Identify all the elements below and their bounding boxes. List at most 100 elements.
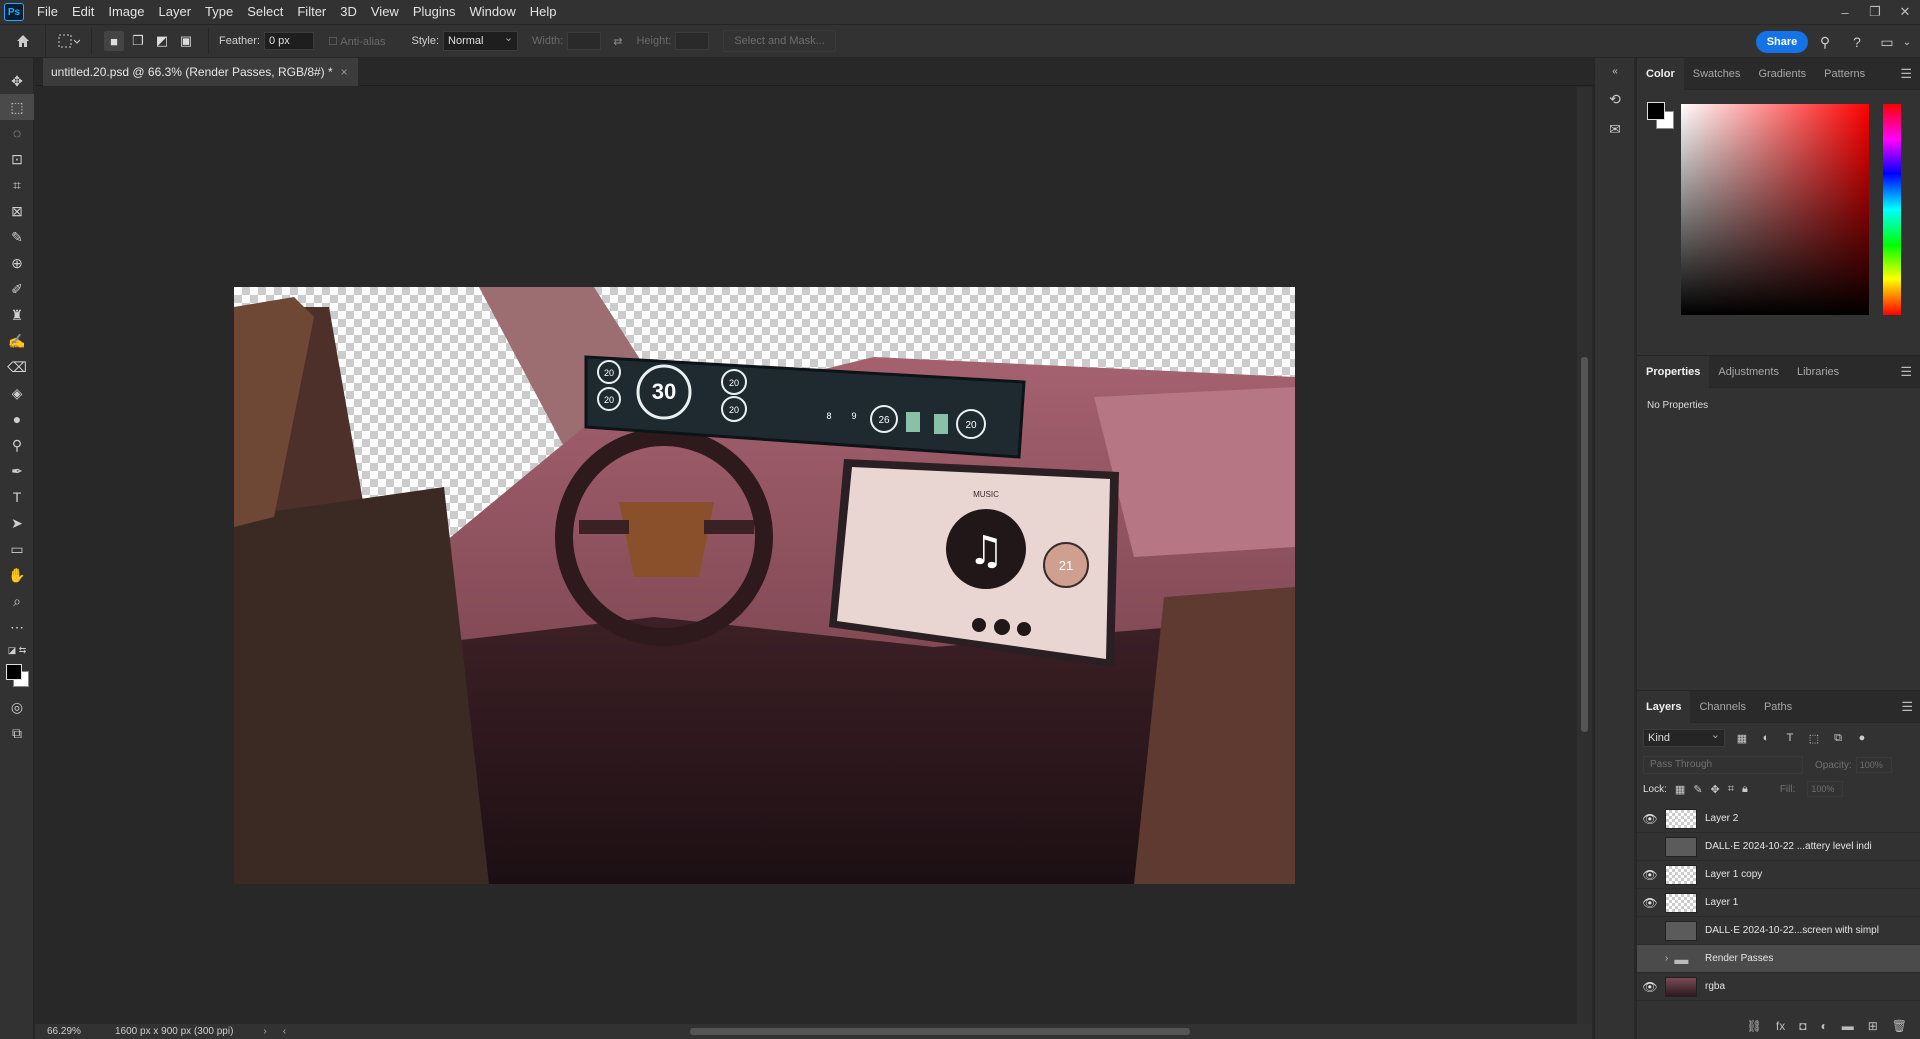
menu-file[interactable]: File: [30, 0, 65, 24]
visibility-eye-icon[interactable]: 👁︎: [1637, 952, 1663, 966]
delete-layer-icon[interactable]: 🗑︎: [1892, 1019, 1907, 1033]
path-selection-tool-icon[interactable]: ➤: [0, 510, 34, 536]
intersect-selection-icon[interactable]: ▣: [176, 31, 196, 51]
paint-bucket-tool-icon[interactable]: ◈: [0, 380, 34, 406]
expand-chevron-icon[interactable]: ›: [1665, 953, 1668, 964]
rectangle-tool-icon[interactable]: ▭: [0, 536, 34, 562]
layer-row[interactable]: 👁︎ ›▬ Render Passes: [1637, 945, 1920, 973]
lock-pixels-icon[interactable]: ✎: [1693, 783, 1702, 796]
layer-style-icon[interactable]: fx: [1776, 1019, 1785, 1033]
home-icon[interactable]: [0, 24, 46, 58]
lock-all-icon[interactable]: 🔒︎: [1742, 783, 1748, 796]
marquee-tool-preset-icon[interactable]: [46, 28, 92, 54]
collapse-icon[interactable]: «: [1595, 58, 1635, 84]
blend-mode-select[interactable]: Pass Through: [1643, 756, 1803, 774]
lock-artboard-icon[interactable]: ⌗: [1728, 783, 1734, 796]
hand-tool-icon[interactable]: ✋: [0, 562, 34, 588]
share-button[interactable]: Share: [1756, 31, 1808, 53]
zoom-level[interactable]: 66.29%: [35, 1026, 95, 1037]
color-panel-foreground-swatch[interactable]: [1647, 102, 1665, 120]
new-selection-icon[interactable]: ■: [104, 31, 124, 51]
adjustment-layer-icon[interactable]: ◐: [1820, 1019, 1827, 1033]
swap-dimensions-icon[interactable]: ⇄: [613, 35, 622, 48]
history-icon[interactable]: ⟲: [1595, 84, 1635, 114]
tab-swatches[interactable]: Swatches: [1684, 58, 1750, 90]
add-selection-icon[interactable]: ❐: [128, 31, 148, 51]
style-select[interactable]: Normal: [443, 29, 519, 51]
menu-3d[interactable]: 3D: [333, 0, 364, 24]
vertical-scroll-thumb[interactable]: [1581, 357, 1588, 732]
menu-view[interactable]: View: [364, 0, 406, 24]
brush-tool-icon[interactable]: ✐: [0, 276, 34, 302]
menu-plugins[interactable]: Plugins: [406, 0, 463, 24]
object-selection-tool-icon[interactable]: ⊡: [0, 146, 34, 172]
layer-row[interactable]: 👁︎ DALL·E 2024-10-22 ...attery level ind…: [1637, 833, 1920, 861]
status-expand-icon[interactable]: ›: [263, 1026, 266, 1037]
search-icon[interactable]: ⚲: [1816, 33, 1834, 51]
pixel-filter-icon[interactable]: ▦: [1735, 731, 1749, 745]
eyedropper-tool-icon[interactable]: ✎: [0, 224, 34, 250]
menu-image[interactable]: Image: [101, 0, 151, 24]
tab-color[interactable]: Color: [1637, 57, 1684, 90]
smart-object-filter-icon[interactable]: ⧉: [1831, 731, 1845, 745]
visibility-eye-icon[interactable]: 👁︎: [1637, 868, 1663, 882]
menu-filter[interactable]: Filter: [290, 0, 333, 24]
menu-layer[interactable]: Layer: [152, 0, 199, 24]
add-mask-icon[interactable]: ◘: [1799, 1019, 1806, 1033]
filter-kind-select[interactable]: Kind: [1643, 727, 1725, 747]
height-input[interactable]: [675, 32, 710, 50]
comments-icon[interactable]: ✉: [1595, 114, 1635, 144]
color-picker-field[interactable]: [1681, 104, 1869, 315]
document-info[interactable]: 1600 px x 900 px (300 ppi): [95, 1026, 233, 1037]
horizontal-scrollbar[interactable]: [660, 1026, 1190, 1036]
tab-layers[interactable]: Layers: [1637, 690, 1691, 723]
pen-tool-icon[interactable]: ✒: [0, 458, 34, 484]
blur-tool-icon[interactable]: ●: [0, 406, 34, 432]
width-input[interactable]: [567, 32, 602, 50]
history-brush-tool-icon[interactable]: ✍: [0, 328, 34, 354]
visibility-eye-icon[interactable]: 👁︎: [1637, 980, 1663, 994]
lasso-tool-icon[interactable]: ◌: [0, 120, 34, 146]
adjustment-filter-icon[interactable]: ◐: [1759, 731, 1773, 745]
app-logo-icon[interactable]: Ps: [4, 3, 24, 21]
tab-libraries[interactable]: Libraries: [1788, 356, 1848, 388]
select-and-mask-button[interactable]: Select and Mask...: [723, 30, 836, 52]
filter-toggle-icon[interactable]: ●: [1855, 731, 1869, 745]
tab-channels[interactable]: Channels: [1690, 691, 1754, 723]
minimize-button[interactable]: –: [1830, 0, 1860, 24]
panel-menu-icon[interactable]: ☰: [1900, 66, 1912, 82]
document-tab[interactable]: untitled.20.psd @ 66.3% (Render Passes, …: [43, 58, 358, 86]
menu-window[interactable]: Window: [462, 0, 522, 24]
menu-help[interactable]: Help: [523, 0, 564, 24]
tab-patterns[interactable]: Patterns: [1815, 58, 1874, 90]
restore-button[interactable]: ❐: [1860, 0, 1890, 24]
feather-input[interactable]: 0 px: [263, 32, 314, 50]
group-folder-icon[interactable]: › ▬: [1665, 951, 1697, 967]
chevron-down-icon[interactable]: ⌄: [1898, 33, 1916, 51]
lock-position-icon[interactable]: ✥: [1711, 783, 1720, 796]
layer-row[interactable]: 👁︎ Layer 1: [1637, 889, 1920, 917]
visibility-eye-icon[interactable]: 👁︎: [1637, 896, 1663, 910]
hue-slider[interactable]: [1883, 104, 1901, 315]
visibility-eye-icon[interactable]: 👁︎: [1637, 840, 1663, 854]
crop-tool-icon[interactable]: ⌗: [0, 172, 34, 198]
visibility-eye-icon[interactable]: 👁︎: [1637, 924, 1663, 938]
panel-menu-icon[interactable]: ☰: [1901, 699, 1913, 715]
menu-select[interactable]: Select: [240, 0, 290, 24]
more-tools-icon[interactable]: ⋯: [0, 614, 34, 640]
close-button[interactable]: ✕: [1890, 0, 1920, 24]
type-tool-icon[interactable]: T: [0, 484, 34, 510]
screen-mode-icon[interactable]: ⧉: [0, 720, 34, 746]
menu-type[interactable]: Type: [198, 0, 240, 24]
default-colors-icon[interactable]: ◪ ⇆: [0, 640, 34, 660]
tab-adjustments[interactable]: Adjustments: [1709, 356, 1788, 388]
panel-menu-icon[interactable]: ☰: [1900, 364, 1912, 380]
tab-paths[interactable]: Paths: [1755, 691, 1801, 723]
link-layers-icon[interactable]: ⛓︎: [1747, 1019, 1762, 1033]
tab-properties[interactable]: Properties: [1637, 355, 1710, 388]
type-filter-icon[interactable]: T: [1783, 731, 1797, 745]
layer-row[interactable]: 👁︎ rgba: [1637, 973, 1920, 1001]
lock-transparency-icon[interactable]: ▦: [1675, 783, 1685, 796]
healing-brush-tool-icon[interactable]: ⊕: [0, 250, 34, 276]
subtract-selection-icon[interactable]: ◩: [152, 31, 172, 51]
